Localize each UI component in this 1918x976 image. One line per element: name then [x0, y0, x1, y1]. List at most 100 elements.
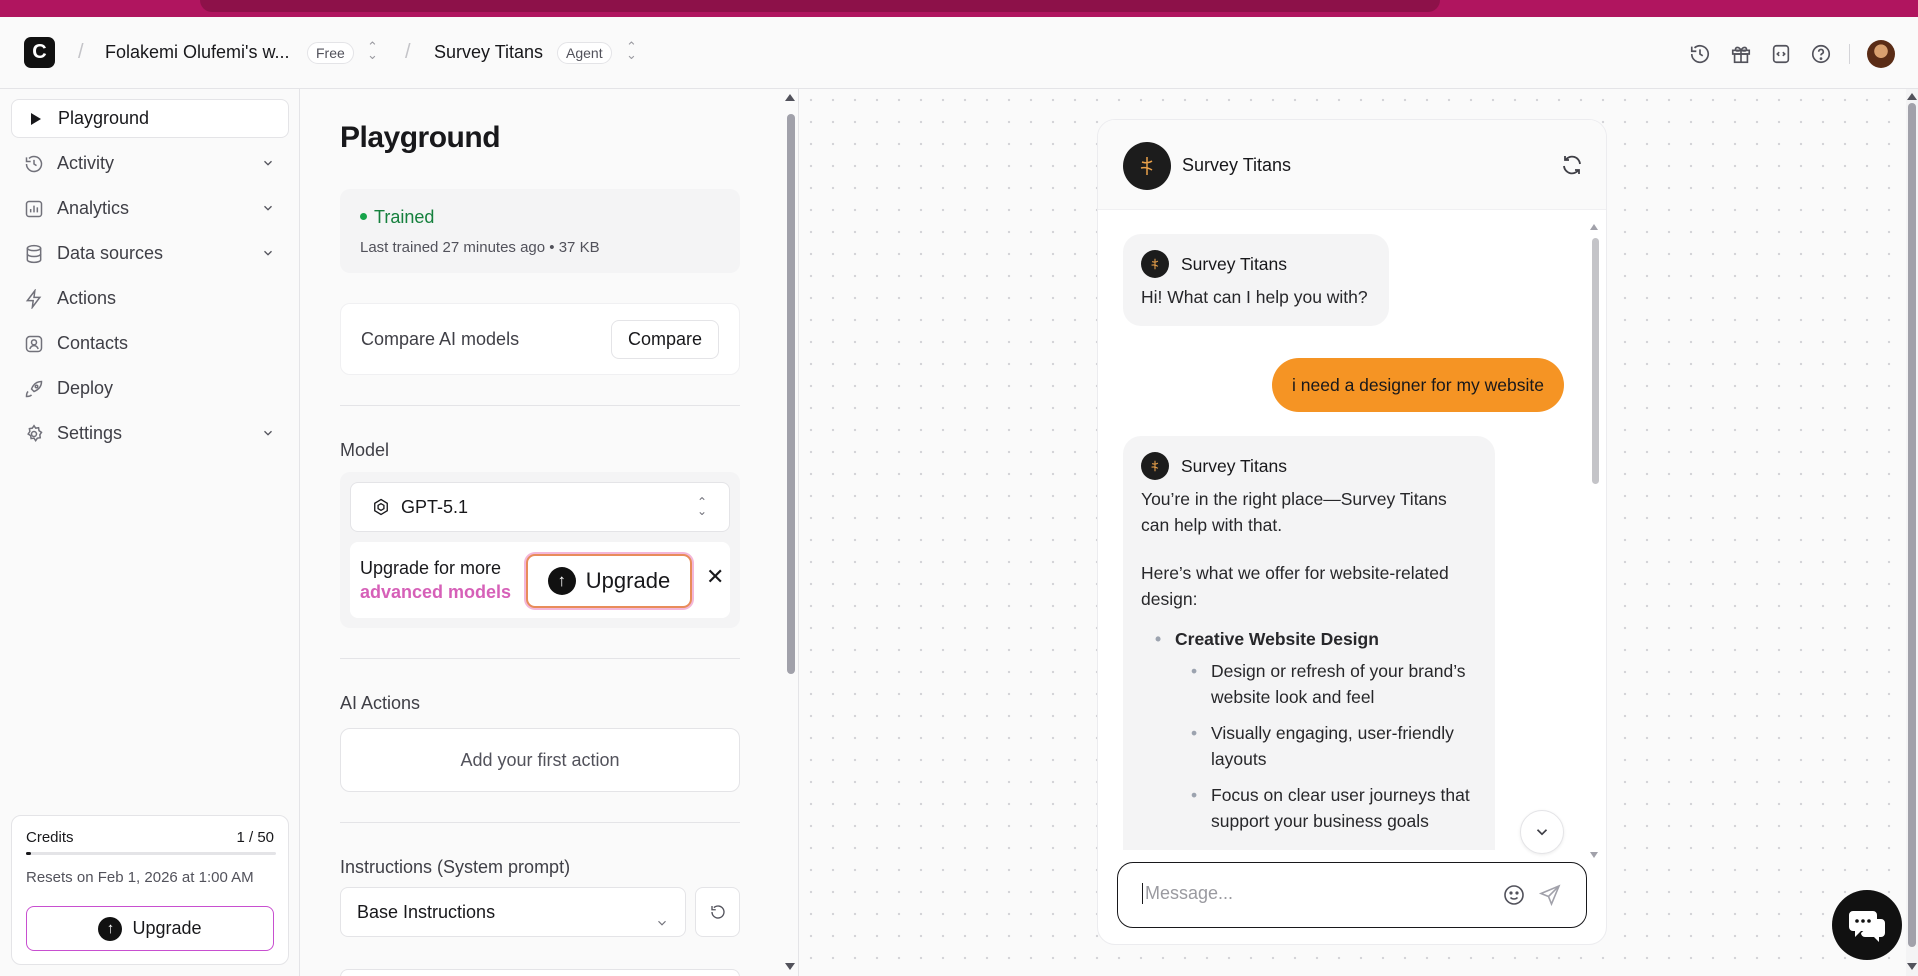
message-sublist: Design or refresh of your brand’s websit…	[1191, 658, 1477, 834]
chat-bubble-launcher[interactable]	[1832, 890, 1902, 960]
workspace-switcher-icon[interactable]: ⌃ ⌄	[367, 40, 378, 61]
reset-instructions-button[interactable]	[695, 887, 740, 937]
lightning-icon	[23, 288, 45, 310]
workspace-name[interactable]: Folakemi Olufemi's w...	[105, 42, 289, 63]
agent-mini-avatar	[1141, 250, 1169, 278]
reset-icon	[709, 903, 727, 921]
list-item: Focus on clear user journeys that suppor…	[1191, 782, 1477, 834]
section-divider	[340, 658, 740, 659]
select-updown-icon: ⌃ ⌄	[696, 495, 707, 518]
top-banner-inner	[200, 0, 1440, 12]
chat-header: Survey Titans	[1098, 120, 1606, 210]
scroll-up-arrow[interactable]	[785, 94, 795, 101]
close-icon[interactable]: ✕	[706, 564, 724, 590]
analytics-chart-icon	[23, 198, 45, 220]
sidebar-item-settings[interactable]: Settings	[11, 414, 289, 453]
gift-icon[interactable]	[1729, 42, 1753, 66]
send-icon[interactable]	[1538, 883, 1562, 912]
sidebar-item-contacts[interactable]: Contacts	[11, 324, 289, 363]
chevron-down-icon	[261, 154, 275, 175]
history-icon[interactable]	[1688, 42, 1712, 66]
training-status-card: Trained Last trained 27 minutes ago • 37…	[340, 189, 740, 273]
message-author-name: Survey Titans	[1181, 254, 1288, 274]
list-item: Visually engaging, user-friendly layouts	[1191, 720, 1477, 772]
credits-card: Credits 1 / 50 Resets on Feb 1, 2026 at …	[11, 815, 289, 965]
model-upgrade-banner: Upgrade for more advanced models ↑ Upgra…	[350, 542, 730, 618]
sidebar-item-activity[interactable]: Activity	[11, 144, 289, 183]
chat-input-box	[1117, 862, 1587, 928]
canvas-scrollbar-thumb[interactable]	[1908, 103, 1916, 947]
chat-scrollbar-thumb[interactable]	[1592, 238, 1599, 484]
chat-scroll-up-arrow[interactable]	[1590, 224, 1598, 230]
message-input[interactable]	[1142, 883, 1482, 904]
user-message: i need a designer for my website	[1272, 358, 1564, 412]
model-value: GPT-5.1	[401, 496, 469, 517]
breadcrumb-separator: /	[78, 41, 84, 63]
training-status: Trained	[360, 207, 434, 228]
openai-icon	[371, 497, 391, 517]
model-upgrade-label: Upgrade	[585, 568, 671, 593]
bot-message: Survey Titans You’re in the right place—…	[1123, 436, 1495, 850]
breadcrumb-separator: /	[405, 41, 411, 63]
sidebar-item-label: Playground	[58, 108, 150, 128]
sidebar-item-label: Analytics	[57, 198, 130, 218]
agent-name[interactable]: Survey Titans	[434, 42, 543, 63]
model-select[interactable]: GPT-5.1 ⌃ ⌄	[350, 482, 730, 532]
agent-avatar	[1123, 142, 1171, 190]
chat-scrollbar[interactable]	[1590, 224, 1600, 864]
config-scrollbar[interactable]	[785, 89, 795, 976]
sidebar-item-analytics[interactable]: Analytics	[11, 189, 289, 228]
sidebar-item-label: Deploy	[57, 378, 114, 398]
compare-button[interactable]: Compare	[610, 320, 719, 359]
chat-scroll-down-arrow[interactable]	[1590, 852, 1598, 858]
emoji-icon[interactable]	[1502, 883, 1526, 912]
config-scrollbar-thumb[interactable]	[787, 114, 795, 674]
compare-models-label: Compare AI models	[361, 329, 520, 349]
canvas-scroll-up-arrow[interactable]	[1907, 93, 1917, 100]
last-trained-text: Last trained 27 minutes ago	[360, 239, 546, 256]
instructions-textarea[interactable]	[340, 969, 740, 976]
sidebar-item-actions[interactable]: Actions	[11, 279, 289, 318]
sidebar-item-playground[interactable]: Playground	[11, 99, 289, 138]
scroll-down-arrow[interactable]	[785, 963, 795, 970]
chevron-down-icon	[1536, 829, 1548, 836]
instructions-select[interactable]: Base Instructions	[340, 887, 686, 937]
scroll-to-bottom-button[interactable]	[1520, 810, 1564, 854]
upgrade-highlight-text: advanced models	[360, 582, 512, 602]
preview-canvas: Survey Titans Survey Titans Hi! What can…	[800, 89, 1918, 976]
app-logo[interactable]: C	[24, 37, 55, 68]
sidebar-item-label: Activity	[57, 153, 115, 173]
credits-reset-text: Resets on Feb 1, 2026 at 1:00 AM	[26, 869, 254, 886]
code-file-icon[interactable]	[1769, 42, 1793, 66]
chevron-down-icon	[261, 424, 275, 445]
sidebar-item-label: Actions	[57, 288, 117, 308]
message-author-name: Survey Titans	[1181, 456, 1288, 476]
message-author: Survey Titans	[1141, 250, 1371, 278]
workspace-plan-badge: Free	[307, 42, 354, 64]
refresh-icon[interactable]	[1560, 153, 1584, 182]
chat-widget: Survey Titans Survey Titans Hi! What can…	[1097, 119, 1607, 945]
agent-mini-avatar	[1141, 452, 1169, 480]
sidebar: Playground Activity Analytics Data sourc…	[0, 89, 300, 976]
instructions-label: Instructions (System prompt)	[340, 857, 571, 877]
credits-progress-fill	[26, 852, 31, 855]
canvas-scrollbar[interactable]	[1906, 89, 1918, 976]
model-card: GPT-5.1 ⌃ ⌄ Upgrade for more advanced mod…	[340, 472, 740, 628]
model-upgrade-button[interactable]: ↑ Upgrade	[526, 554, 692, 608]
agent-badge: Agent	[557, 42, 612, 64]
message-list: Creative Website Design Design or refres…	[1155, 626, 1477, 834]
canvas-scroll-down-arrow[interactable]	[1907, 963, 1917, 970]
arrow-up-icon: ↑	[98, 916, 123, 941]
sidebar-item-deploy[interactable]: Deploy	[11, 369, 289, 408]
contact-card-icon	[23, 333, 45, 355]
chevron-down-icon	[261, 199, 275, 220]
user-avatar[interactable]	[1867, 40, 1895, 68]
top-banner-strip	[0, 0, 1918, 17]
credits-upgrade-button[interactable]: ↑ Upgrade	[26, 906, 274, 951]
agent-switcher-icon[interactable]: ⌃ ⌄	[626, 40, 637, 61]
help-icon[interactable]	[1809, 42, 1833, 66]
add-action-button[interactable]: Add your first action	[340, 728, 740, 792]
sidebar-item-data-sources[interactable]: Data sources	[11, 234, 289, 273]
credits-label: Credits	[26, 829, 74, 846]
rocket-icon	[23, 378, 45, 400]
